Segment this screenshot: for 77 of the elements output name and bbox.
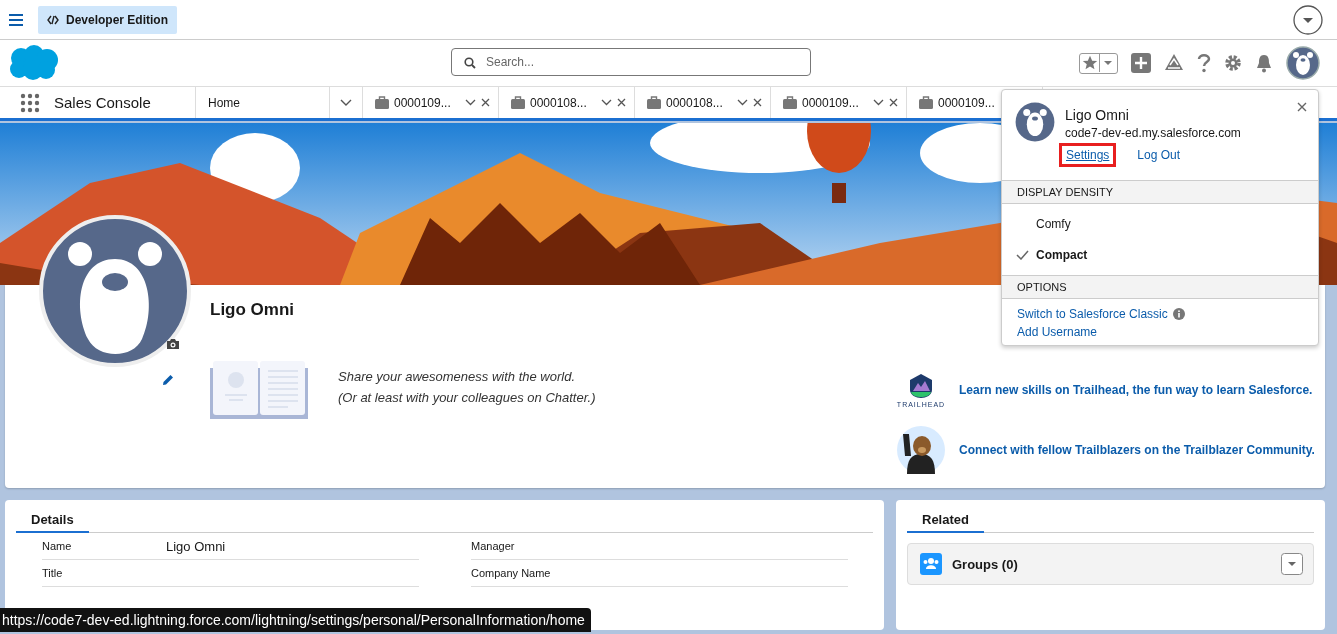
card-title[interactable]: Groups (0) xyxy=(952,556,1018,572)
chevron-down-icon[interactable] xyxy=(465,99,476,106)
trailhead-icon[interactable] xyxy=(1164,53,1184,73)
favorites-button[interactable] xyxy=(1079,52,1118,74)
close-icon[interactable] xyxy=(617,98,626,107)
profile-name: Ligo Omni xyxy=(210,300,296,320)
density-option[interactable]: Compact xyxy=(1002,239,1318,270)
cloud-logo[interactable] xyxy=(7,45,59,81)
info-icon[interactable] xyxy=(1172,308,1185,320)
search-icon xyxy=(464,57,476,69)
app-launcher-icon[interactable] xyxy=(20,92,40,113)
home-tab[interactable]: Home xyxy=(196,87,330,118)
field-label: Name xyxy=(42,540,73,552)
briefcase-icon xyxy=(647,96,661,109)
profile-avatar[interactable] xyxy=(38,214,192,368)
menu-icon[interactable] xyxy=(9,13,23,26)
prompt-text: Share your awesomeness with the world. xyxy=(338,369,576,384)
record-tab[interactable]: 0000109... xyxy=(363,87,499,118)
close-icon[interactable] xyxy=(1297,102,1307,112)
option-link[interactable]: Switch to Salesforce Classic xyxy=(1017,307,1168,321)
density-option[interactable]: Comfy xyxy=(1002,208,1318,239)
add-icon[interactable] xyxy=(1131,53,1151,73)
chevron-down-icon[interactable] xyxy=(601,99,612,106)
camera-icon[interactable] xyxy=(166,338,180,350)
record-tab[interactable]: 0000108... xyxy=(635,87,771,118)
trailhead-link[interactable]: Learn new skills on Trailhead, the fun way to learn Salesforce. xyxy=(959,383,1313,397)
user-domain: code7-dev-ed.my.salesforce.com xyxy=(1065,126,1241,140)
section-heading: OPTIONS xyxy=(1002,275,1318,299)
record-tab[interactable]: 0000108... xyxy=(499,87,635,118)
notification-bell-icon[interactable] xyxy=(1255,53,1273,73)
briefcase-icon xyxy=(375,96,389,109)
code-icon xyxy=(47,14,59,25)
user-name: Ligo Omni xyxy=(1065,107,1130,123)
dropdown-icon[interactable] xyxy=(1293,4,1323,35)
mountain-badge-icon xyxy=(908,372,934,399)
star-icon xyxy=(1081,54,1100,72)
menu-link[interactable]: Log Out xyxy=(1130,143,1188,167)
prompt-text: (Or at least with your colleagues on Chatter.) xyxy=(338,390,596,405)
help-icon[interactable] xyxy=(1197,53,1211,73)
tab-label: 0000108... xyxy=(530,95,588,110)
chevron-down-icon[interactable] xyxy=(737,99,748,106)
briefcase-icon xyxy=(919,96,933,109)
field-label: Title xyxy=(42,567,64,579)
details-tab[interactable]: Details xyxy=(16,512,89,533)
menu-link[interactable]: Settings xyxy=(1059,143,1117,167)
dropdown-icon[interactable] xyxy=(1281,553,1303,575)
tab-label: 0000109... xyxy=(802,95,860,110)
edit-icon[interactable] xyxy=(162,374,174,386)
chevron-down-icon[interactable] xyxy=(873,99,884,106)
search-field[interactable]: Search... xyxy=(451,48,811,76)
bear-mascot-icon xyxy=(897,426,945,474)
related-tab[interactable]: Related xyxy=(907,512,984,533)
status-url: https://code7-dev-ed.lightning.force.com/lightning/settings/personal/PersonalInformation/home xyxy=(0,608,591,632)
people-icon xyxy=(920,553,942,575)
user-avatar xyxy=(1015,102,1055,142)
tab-label: 0000108... xyxy=(666,95,724,110)
user-avatar[interactable] xyxy=(1286,46,1320,80)
close-icon[interactable] xyxy=(889,98,898,107)
field-label: Company Name xyxy=(471,567,552,579)
briefcase-icon xyxy=(783,96,797,109)
option-link[interactable]: Add Username xyxy=(1017,325,1098,339)
checkmark-icon xyxy=(1016,249,1029,260)
record-tab[interactable]: 0000109... xyxy=(771,87,907,118)
briefcase-icon xyxy=(511,96,525,109)
settings-icon[interactable] xyxy=(1224,54,1242,72)
trailhead-link[interactable]: Connect with fellow Trailblazers on the Trailblazer Community. xyxy=(959,443,1315,457)
close-icon[interactable] xyxy=(481,98,490,107)
field-label: Manager xyxy=(471,540,516,552)
caret-icon xyxy=(1104,61,1112,65)
chevron-down-icon[interactable] xyxy=(340,98,352,107)
field-value: Ligo Omni xyxy=(166,538,226,554)
app-name: Sales Console xyxy=(54,94,151,111)
close-icon[interactable] xyxy=(753,98,762,107)
section-heading: DISPLAY DENSITY xyxy=(1002,180,1318,204)
edition-badge[interactable]: Developer Edition xyxy=(38,5,178,34)
tab-label: 0000109... xyxy=(394,95,452,110)
tab-label: 0000109... xyxy=(938,95,996,110)
